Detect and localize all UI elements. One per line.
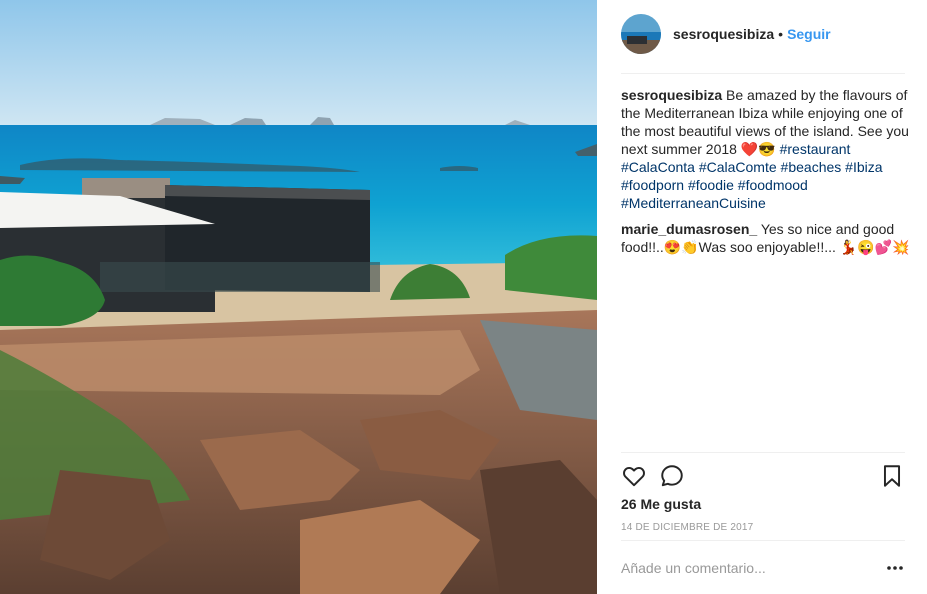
hashtag[interactable]: #CalaComte bbox=[699, 159, 777, 175]
hashtag[interactable]: #CalaConta bbox=[621, 159, 695, 175]
post-image bbox=[0, 0, 597, 594]
comment-input[interactable] bbox=[621, 557, 861, 579]
add-comment-bar bbox=[621, 540, 905, 594]
follow-button[interactable]: Seguir bbox=[787, 26, 831, 42]
comment-username[interactable]: marie_dumasrosen_ bbox=[621, 221, 757, 237]
separator-dot: • bbox=[778, 26, 784, 42]
action-bar bbox=[621, 452, 905, 498]
post-date: 14 DE DICIEMBRE DE 2017 bbox=[621, 522, 754, 533]
post-details-panel: sesroquesibiza • Seguir sesroquesibiza B… bbox=[597, 0, 927, 594]
hashtag[interactable]: #MediterraneanCuisine bbox=[621, 195, 766, 211]
username-link[interactable]: sesroquesibiza bbox=[673, 26, 774, 42]
comments-list: sesroquesibiza Be amazed by the flavours… bbox=[621, 86, 911, 264]
avatar-image bbox=[621, 14, 661, 54]
post-photo[interactable] bbox=[0, 0, 597, 594]
hashtag[interactable]: #foodporn bbox=[621, 177, 684, 193]
hashtag[interactable]: #foodmood bbox=[738, 177, 808, 193]
likes-count[interactable]: 26 Me gusta bbox=[621, 496, 701, 512]
hashtag[interactable]: #foodie bbox=[688, 177, 734, 193]
heart-outline-icon[interactable] bbox=[621, 463, 647, 489]
hashtag[interactable]: #restaurant bbox=[780, 141, 851, 157]
ellipsis-icon[interactable] bbox=[885, 559, 905, 577]
hashtag[interactable]: #Ibiza bbox=[845, 159, 882, 175]
caption: sesroquesibiza Be amazed by the flavours… bbox=[621, 86, 911, 212]
speech-bubble-icon[interactable] bbox=[659, 463, 685, 489]
caption-username[interactable]: sesroquesibiza bbox=[621, 87, 722, 103]
header-text: sesroquesibiza • Seguir bbox=[673, 26, 831, 42]
hashtag[interactable]: #beaches bbox=[781, 159, 842, 175]
post-header: sesroquesibiza • Seguir bbox=[621, 14, 905, 74]
comment-item: marie_dumasrosen_ Yes so nice and good f… bbox=[621, 220, 911, 256]
bookmark-icon[interactable] bbox=[879, 463, 905, 489]
avatar[interactable] bbox=[621, 14, 661, 54]
